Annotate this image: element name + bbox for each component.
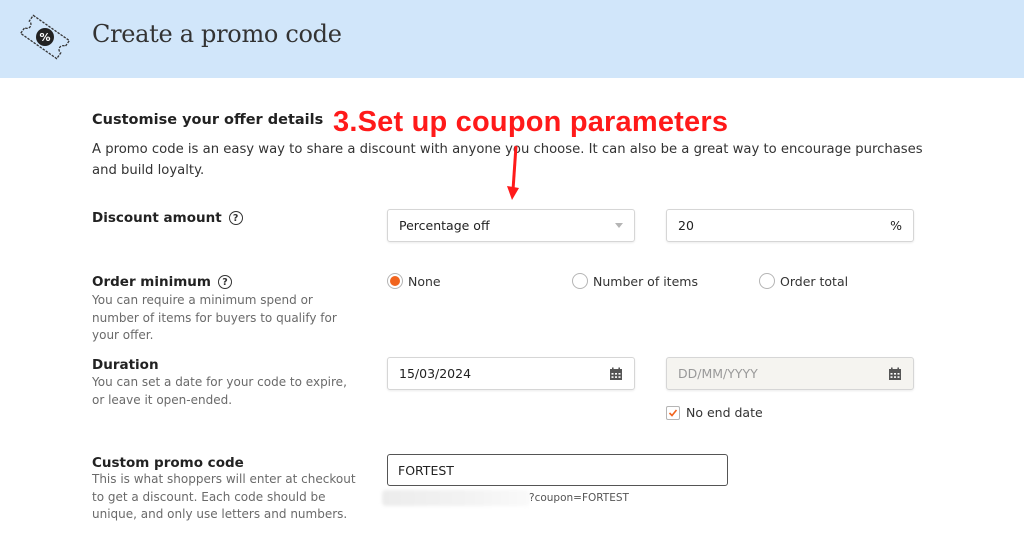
end-date-placeholder: DD/MM/YYYY <box>678 366 758 381</box>
page-title: Create a promo code <box>92 20 342 48</box>
custom-code-help: This is what shoppers will enter at chec… <box>92 472 356 521</box>
checkmark-icon <box>668 408 678 417</box>
annotation-label: 3.Set up coupon parameters <box>333 106 729 138</box>
order-minimum-help: You can require a minimum spend or numbe… <box>92 293 337 342</box>
redacted-shop-url <box>382 490 530 506</box>
calendar-icon[interactable] <box>888 367 902 381</box>
duration-label: Duration <box>92 357 159 373</box>
promo-code-value: FORTEST <box>398 462 454 478</box>
discount-amount-input[interactable]: 20 % <box>666 209 914 242</box>
svg-text:%: % <box>39 31 50 44</box>
radio-none[interactable]: None <box>387 273 441 289</box>
percent-suffix: % <box>890 218 902 233</box>
radio-none-label: None <box>408 273 441 289</box>
no-end-date-checkbox-row[interactable]: No end date <box>666 405 763 420</box>
question-circle-icon[interactable]: ? <box>218 275 232 289</box>
discount-type-value: Percentage off <box>399 218 490 233</box>
no-end-date-checkbox[interactable] <box>666 405 680 420</box>
end-date-input[interactable]: DD/MM/YYYY <box>666 357 914 390</box>
radio-button[interactable] <box>759 273 775 289</box>
order-minimum-label-text: Order minimum <box>92 274 211 290</box>
no-end-date-label: No end date <box>686 405 763 420</box>
custom-code-label-text: Custom promo code <box>92 455 244 471</box>
section-title: Customise your offer details <box>92 112 324 128</box>
promo-code-input[interactable]: FORTEST <box>387 454 728 486</box>
question-circle-icon[interactable]: ? <box>228 211 243 225</box>
radio-order-total-label: Order total <box>780 273 849 289</box>
start-date-value: 15/03/2024 <box>399 366 472 381</box>
radio-number-of-items[interactable]: Number of items <box>572 273 698 289</box>
chevron-down-icon <box>615 223 623 228</box>
duration-help: You can set a date for your code to expi… <box>92 375 347 407</box>
order-minimum-label: Order minimum ? <box>92 274 232 290</box>
promo-ticket-icon: % <box>19 14 71 60</box>
discount-amount-value: 20 <box>678 218 694 233</box>
start-date-input[interactable]: 15/03/2024 <box>387 357 635 390</box>
radio-button-checked[interactable] <box>387 273 403 289</box>
calendar-icon[interactable] <box>609 367 623 381</box>
page-header: % Create a promo code <box>0 0 1024 78</box>
radio-order-total[interactable]: Order total <box>759 273 848 289</box>
radio-button[interactable] <box>572 273 588 289</box>
custom-code-label: Custom promo code <box>92 455 244 471</box>
discount-amount-label: Discount amount ? <box>92 210 243 226</box>
duration-label-text: Duration <box>92 357 159 373</box>
annotation-arrow-icon <box>507 145 519 200</box>
discount-type-select[interactable]: Percentage off <box>387 209 635 242</box>
discount-amount-label-text: Discount amount <box>92 210 222 226</box>
radio-number-of-items-label: Number of items <box>593 273 698 289</box>
coupon-url-suffix: ?coupon=FORTEST <box>529 492 629 504</box>
